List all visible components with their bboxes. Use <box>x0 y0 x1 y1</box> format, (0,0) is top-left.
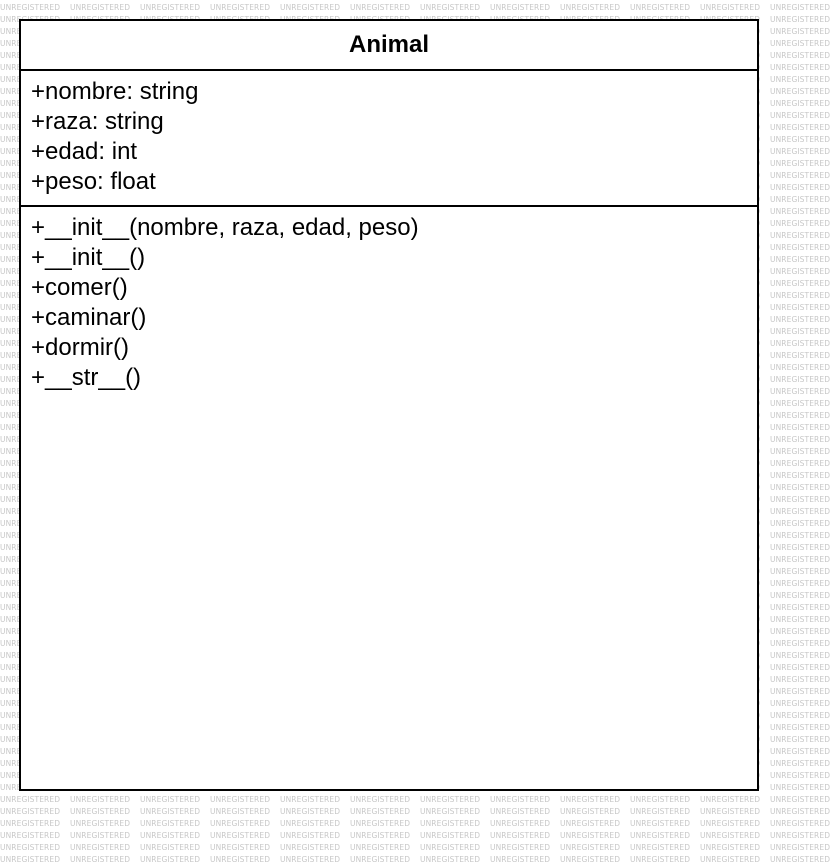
class-name: Animal <box>21 21 757 71</box>
watermark-row: UNREGISTEREDUNREGISTEREDUNREGISTEREDUNRE… <box>0 3 831 12</box>
watermark-row: UNREGISTEREDUNREGISTEREDUNREGISTEREDUNRE… <box>0 819 831 828</box>
watermark-row: UNREGISTEREDUNREGISTEREDUNREGISTEREDUNRE… <box>0 855 831 864</box>
method-item: +dormir() <box>31 334 130 361</box>
attribute-item: +peso: float <box>31 168 156 195</box>
diagram-canvas: UNREGISTERED UNREGISTERED UNREGISTERED UNRE… <box>0 0 838 868</box>
uml-class-box[interactable]: Animal +nombre: string +raza: string +ed… <box>19 19 759 791</box>
watermark-row: UNREGISTEREDUNREGISTEREDUNREGISTEREDUNRE… <box>0 843 831 852</box>
watermark-row: UNREGISTEREDUNREGISTEREDUNREGISTEREDUNRE… <box>0 795 831 804</box>
method-item: +__init__() <box>31 244 146 271</box>
attributes-compartment: +nombre: string +raza: string +edad: int… <box>21 71 757 207</box>
method-item: +__str__() <box>31 364 142 391</box>
method-item: +caminar() <box>31 304 147 331</box>
methods-compartment: +__init__(nombre, raza, edad, peso) +__i… <box>21 207 757 393</box>
method-item: +comer() <box>31 274 128 301</box>
attribute-item: +edad: int <box>31 138 138 165</box>
watermark-row: UNREGISTEREDUNREGISTEREDUNREGISTEREDUNRE… <box>0 807 831 816</box>
method-item: +__init__(nombre, raza, edad, peso) <box>31 214 419 241</box>
watermark-row: UNREGISTEREDUNREGISTEREDUNREGISTEREDUNRE… <box>0 831 831 840</box>
attribute-item: +nombre: string <box>31 78 199 105</box>
attribute-item: +raza: string <box>31 108 164 135</box>
